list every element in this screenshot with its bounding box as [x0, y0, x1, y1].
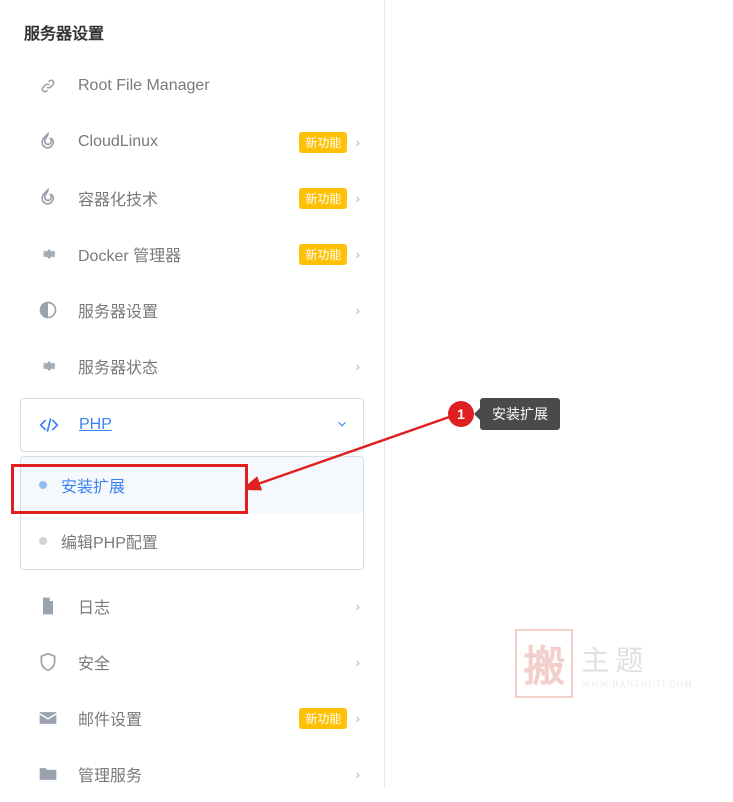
menu-label: 日志	[78, 594, 355, 618]
mail-icon	[36, 706, 60, 730]
new-badge: 新功能	[299, 708, 347, 729]
chevron-right-icon: ›	[355, 598, 360, 614]
new-badge: 新功能	[299, 132, 347, 153]
callout-label: 安装扩展	[480, 398, 560, 430]
flame-icon	[36, 130, 60, 154]
sidebar-item-security[interactable]: 安全 ›	[0, 634, 384, 690]
submenu-php: 安装扩展 编辑PHP配置	[20, 456, 364, 570]
folder-icon	[36, 762, 60, 786]
menu-label: Docker 管理器	[78, 242, 299, 266]
bullet-icon	[39, 537, 47, 545]
chevron-right-icon: ›	[355, 302, 360, 318]
sidebar-item-container-tech[interactable]: 容器化技术 新功能 ›	[0, 170, 384, 226]
chevron-down-icon	[335, 417, 349, 434]
gear-icon	[36, 242, 60, 266]
submenu-item-edit-php-config[interactable]: 编辑PHP配置	[21, 513, 363, 569]
menu-label: CloudLinux	[78, 133, 299, 151]
gear-icon	[36, 354, 60, 378]
menu-label: PHP	[79, 416, 335, 434]
sidebar-item-cloudlinux[interactable]: CloudLinux 新功能 ›	[0, 114, 384, 170]
bullet-icon	[39, 481, 47, 489]
sidebar-item-logs[interactable]: 日志 ›	[0, 578, 384, 634]
chevron-right-icon: ›	[355, 766, 360, 782]
watermark-logo: 搬	[515, 629, 573, 698]
contrast-icon	[36, 298, 60, 322]
watermark: 搬 主题 WWW.BANZHUTI.COM	[515, 629, 693, 698]
new-badge: 新功能	[299, 244, 347, 265]
file-icon	[36, 594, 60, 618]
sidebar-item-server-status[interactable]: 服务器状态 ›	[0, 338, 384, 394]
sidebar-item-server-settings[interactable]: 服务器设置 ›	[0, 282, 384, 338]
chevron-right-icon: ›	[355, 246, 360, 262]
menu-label: 安全	[78, 650, 355, 674]
chevron-right-icon: ›	[355, 134, 360, 150]
flame-icon	[36, 186, 60, 210]
menu-label: 服务器设置	[78, 298, 355, 322]
menu-label: 邮件设置	[78, 706, 299, 730]
chevron-right-icon: ›	[355, 358, 360, 374]
menu-label: Root File Manager	[78, 77, 360, 95]
watermark-text: 主题	[581, 639, 693, 679]
submenu-item-install-extensions[interactable]: 安装扩展	[21, 457, 363, 513]
submenu-label: 编辑PHP配置	[61, 529, 158, 553]
chevron-right-icon: ›	[355, 190, 360, 206]
sidebar-title: 服务器设置	[0, 20, 384, 58]
menu-label: 管理服务	[78, 762, 355, 786]
chevron-right-icon: ›	[355, 654, 360, 670]
sidebar-item-manage-services[interactable]: 管理服务 ›	[0, 746, 384, 802]
sidebar: 服务器设置 Root File Manager CloudLinux 新功能 ›…	[0, 0, 385, 788]
menu-label: 容器化技术	[78, 186, 299, 210]
sidebar-item-root-file-manager[interactable]: Root File Manager	[0, 58, 384, 114]
sidebar-item-php[interactable]: PHP	[20, 398, 364, 452]
sidebar-item-docker-manager[interactable]: Docker 管理器 新功能 ›	[0, 226, 384, 282]
link-icon	[36, 74, 60, 98]
sidebar-item-mail-settings[interactable]: 邮件设置 新功能 ›	[0, 690, 384, 746]
callout-number: 1	[448, 401, 474, 427]
menu-label: 服务器状态	[78, 354, 355, 378]
shield-icon	[36, 650, 60, 674]
new-badge: 新功能	[299, 188, 347, 209]
code-icon	[37, 413, 61, 437]
annotation-callout: 1 安装扩展	[448, 398, 560, 430]
chevron-right-icon: ›	[355, 710, 360, 726]
submenu-label: 安装扩展	[61, 473, 125, 497]
watermark-url: WWW.BANZHUTI.COM	[581, 679, 693, 689]
